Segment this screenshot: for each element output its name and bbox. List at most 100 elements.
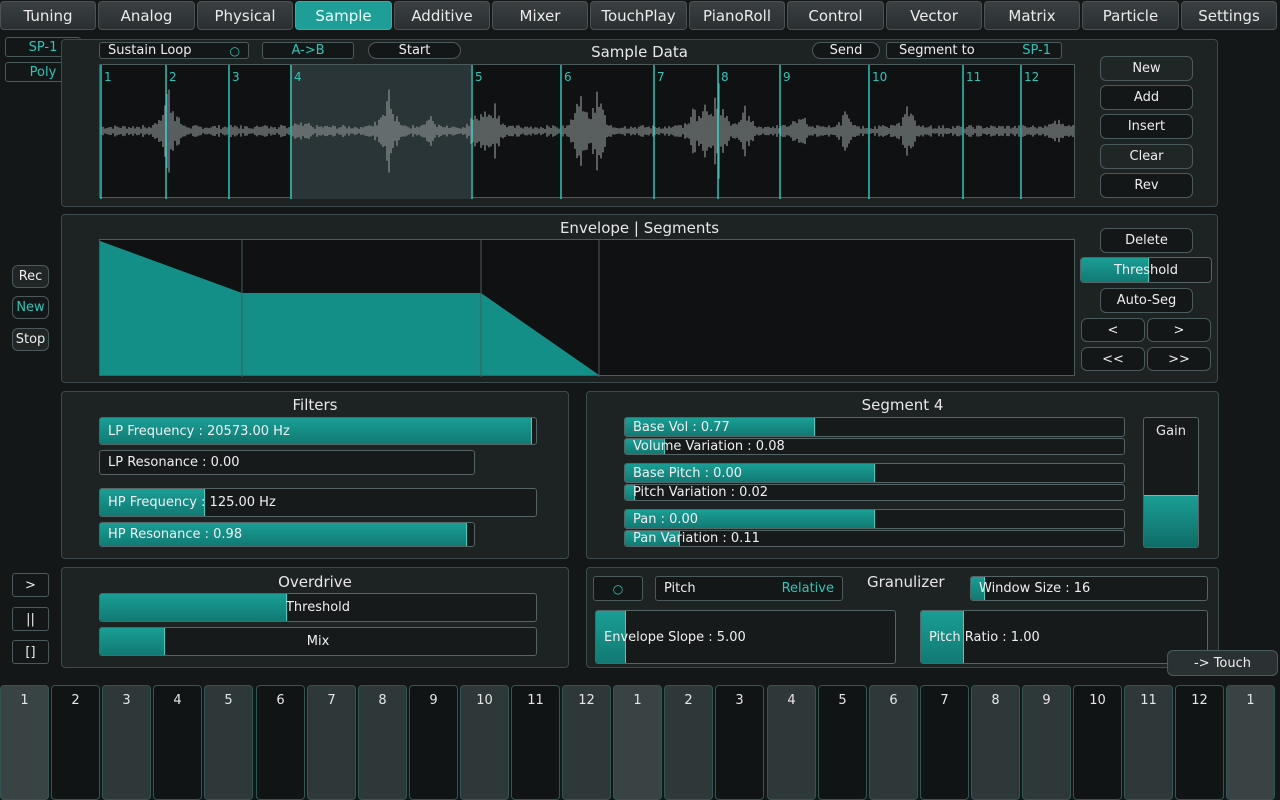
overdrive-title: Overdrive [62, 573, 568, 591]
lp-frequency-slider[interactable]: LP Frequency : 20573.00 Hz [99, 417, 537, 445]
tab-sample[interactable]: Sample [295, 1, 392, 30]
granulizer-toggle[interactable]: ○ [593, 576, 643, 601]
play-icon: > [25, 578, 36, 593]
envelope-slope-slider[interactable]: Envelope Slope : 5.00 [595, 610, 896, 664]
piano-key[interactable]: 1 [0, 685, 49, 800]
base-vol-label: Base Vol : 0.77 [633, 418, 730, 436]
sample-rev-button[interactable]: Rev [1100, 173, 1193, 198]
piano-key[interactable]: 7 [307, 685, 356, 800]
tab-physical[interactable]: Physical [197, 1, 293, 30]
play-button[interactable]: > [12, 573, 49, 597]
tab-control[interactable]: Control [787, 1, 884, 30]
piano-key[interactable]: 6 [256, 685, 305, 800]
piano-key[interactable]: 7 [920, 685, 969, 800]
sample-add-button[interactable]: Add [1100, 85, 1193, 110]
waveform-view[interactable]: 123456789101112 [99, 64, 1075, 198]
first-segment-button[interactable]: << [1081, 347, 1145, 371]
piano-key[interactable]: 11 [511, 685, 560, 800]
overdrive-mix-slider[interactable]: Mix [99, 627, 537, 656]
delete-button[interactable]: Delete [1100, 228, 1193, 253]
piano-key[interactable]: 12 [562, 685, 611, 800]
start-button[interactable]: Start [368, 42, 461, 59]
send-button[interactable]: Send [812, 42, 880, 59]
sample-clear-button[interactable]: Clear [1100, 144, 1193, 169]
last-segment-button[interactable]: >> [1147, 347, 1211, 371]
stop-transport-button[interactable]: [] [12, 640, 49, 664]
lp-resonance-slider[interactable]: LP Resonance : 0.00 [99, 450, 475, 475]
touch-button[interactable]: -> Touch [1167, 650, 1278, 676]
rec-button[interactable]: Rec [12, 265, 49, 288]
pitch-mode-select[interactable]: Pitch Relative [655, 576, 843, 601]
filters-title: Filters [62, 396, 568, 414]
tab-additive[interactable]: Additive [394, 1, 490, 30]
volume-variation-label: Volume Variation : 0.08 [633, 439, 785, 454]
ab-button[interactable]: A->B [262, 42, 354, 59]
next-icon: > [1174, 323, 1185, 338]
segment-title: Segment 4 [587, 396, 1218, 414]
sample-clear-label: Clear [1130, 149, 1164, 164]
tab-analog[interactable]: Analog [98, 1, 195, 30]
base-vol-slider[interactable]: Base Vol : 0.77 [624, 417, 1125, 437]
segment-to-label: Segment to [899, 43, 975, 58]
piano-key[interactable]: 9 [1022, 685, 1071, 800]
piano-key[interactable]: 8 [971, 685, 1020, 800]
new-record-button[interactable]: New [12, 296, 49, 319]
threshold-slider[interactable]: Threshold [1080, 257, 1212, 283]
sample-rev-label: Rev [1134, 178, 1158, 193]
lp-frequency-label: LP Frequency : 20573.00 Hz [108, 418, 290, 444]
stop-record-button[interactable]: Stop [12, 328, 49, 351]
overdrive-threshold-slider[interactable]: Threshold [99, 593, 537, 622]
pitch-variation-slider[interactable]: Pitch Variation : 0.02 [624, 484, 1125, 501]
tab-pianoroll[interactable]: PianoRoll [689, 1, 785, 30]
piano-key[interactable]: 4 [153, 685, 202, 800]
tab-mixer[interactable]: Mixer [492, 1, 588, 30]
tab-matrix[interactable]: Matrix [984, 1, 1080, 30]
hp-resonance-label: HP Resonance : 0.98 [108, 523, 242, 546]
piano-key[interactable]: 8 [358, 685, 407, 800]
piano-key[interactable]: 6 [869, 685, 918, 800]
pitch-mode-value: Relative [782, 581, 834, 596]
piano-key[interactable]: 5 [818, 685, 867, 800]
piano-key[interactable]: 9 [409, 685, 458, 800]
piano-key[interactable]: 3 [715, 685, 764, 800]
pan-variation-slider[interactable]: Pan Variation : 0.11 [624, 530, 1125, 547]
overdrive-mix-label: Mix [100, 628, 536, 655]
prev-segment-button[interactable]: < [1081, 318, 1145, 342]
autoseg-button[interactable]: Auto-Seg [1100, 288, 1193, 313]
piano-key[interactable]: 12 [1175, 685, 1224, 800]
pan-slider[interactable]: Pan : 0.00 [624, 509, 1125, 529]
hp-resonance-slider[interactable]: HP Resonance : 0.98 [99, 522, 475, 547]
piano-key[interactable]: 2 [664, 685, 713, 800]
piano-key[interactable]: 4 [767, 685, 816, 800]
pause-button[interactable]: || [12, 607, 49, 631]
lp-resonance-label: LP Resonance : 0.00 [108, 451, 240, 474]
tab-particle[interactable]: Particle [1082, 1, 1179, 30]
waveform-path [101, 83, 1073, 178]
sustain-loop-toggle[interactable]: Sustain Loop ○ [99, 42, 249, 59]
tab-settings[interactable]: Settings [1181, 1, 1277, 30]
sustain-loop-label: Sustain Loop [108, 43, 191, 58]
base-pitch-slider[interactable]: Base Pitch : 0.00 [624, 463, 1125, 483]
envelope-graph[interactable] [99, 239, 1075, 376]
piano-key[interactable]: 2 [51, 685, 100, 800]
tab-tuning[interactable]: Tuning [0, 1, 96, 30]
sample-insert-button[interactable]: Insert [1100, 114, 1193, 139]
tab-vector[interactable]: Vector [886, 1, 982, 30]
gain-slider[interactable]: Gain [1143, 417, 1199, 548]
piano-key[interactable]: 3 [102, 685, 151, 800]
piano-key[interactable]: 1 [613, 685, 662, 800]
piano-key[interactable]: 10 [460, 685, 509, 800]
next-segment-button[interactable]: > [1147, 318, 1211, 342]
piano-key[interactable]: 1 [1226, 685, 1275, 800]
window-size-slider[interactable]: Window Size : 16 [970, 576, 1208, 601]
rec-label: Rec [19, 269, 43, 284]
tab-touchplay[interactable]: TouchPlay [590, 1, 687, 30]
hp-frequency-slider[interactable]: HP Frequency : 125.00 Hz [99, 488, 537, 517]
piano-key[interactable]: 5 [204, 685, 253, 800]
segment-to-select[interactable]: Segment to SP-1 [886, 42, 1062, 59]
piano-key[interactable]: 10 [1073, 685, 1122, 800]
piano-key[interactable]: 11 [1124, 685, 1173, 800]
volume-variation-slider[interactable]: Volume Variation : 0.08 [624, 438, 1125, 455]
sample-new-button[interactable]: New [1100, 56, 1193, 81]
pitch-ratio-slider[interactable]: Pitch Ratio : 1.00 [920, 610, 1208, 664]
